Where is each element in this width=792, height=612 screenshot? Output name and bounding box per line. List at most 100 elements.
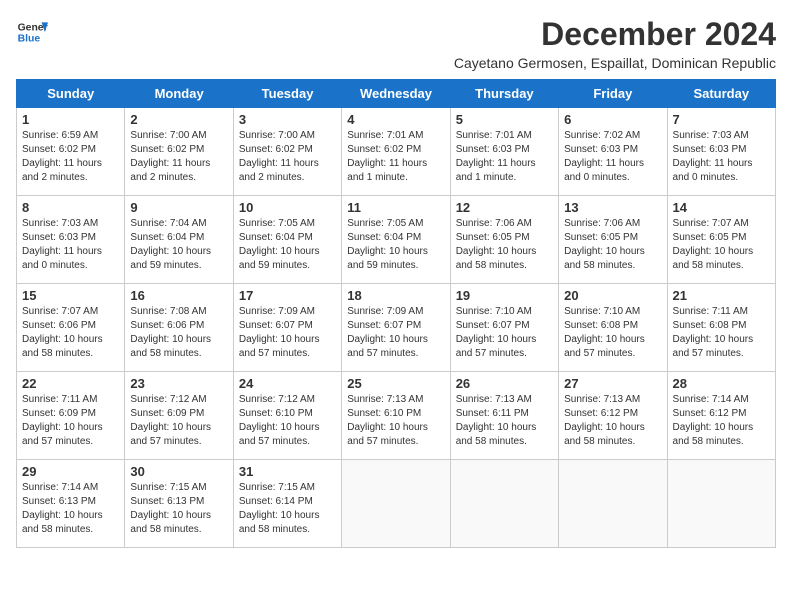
calendar-cell: 29Sunrise: 7:14 AM Sunset: 6:13 PM Dayli… [17, 460, 125, 548]
calendar-cell [342, 460, 450, 548]
calendar-cell: 9Sunrise: 7:04 AM Sunset: 6:04 PM Daylig… [125, 196, 233, 284]
day-info: Sunrise: 7:00 AM Sunset: 6:02 PM Dayligh… [239, 129, 336, 185]
calendar-cell: 23 Sunrise: 7:12 AM Sunset: 6:09 PM Dayli… [125, 372, 233, 460]
calendar-cell: 1 Sunrise: 6:59 AM Sunset: 6:02 PM Daylig… [17, 108, 125, 196]
day-number: 12 [456, 200, 553, 215]
calendar-cell: 27 Sunrise: 7:13 AM Sunset: 6:12 PM Dayli… [559, 372, 667, 460]
calendar-cell: 20Sunrise: 7:10 AM Sunset: 6:08 PM Dayli… [559, 284, 667, 372]
calendar-cell: 6 Sunrise: 7:02 AM Sunset: 6:03 PM Daylig… [559, 108, 667, 196]
calendar-cell: 15 Sunrise: 7:07 AM Sunset: 6:06 PM Dayli… [17, 284, 125, 372]
logo-icon: General Blue [16, 16, 48, 48]
day-info: Sunrise: 7:15 AM Sunset: 6:13 PM Dayligh… [130, 481, 227, 537]
weekday-header-monday: Monday [125, 80, 233, 108]
day-number: 4 [347, 112, 444, 127]
weekday-header-row: SundayMondayTuesdayWednesdayThursdayFrid… [17, 80, 776, 108]
calendar-cell: 26Sunrise: 7:13 AM Sunset: 6:11 PM Dayli… [450, 372, 558, 460]
day-number: 7 [673, 112, 770, 127]
title-block: December 2024 Cayetano Germosen, Espaill… [454, 16, 776, 71]
day-info: Sunrise: 7:11 AM Sunset: 6:08 PM Dayligh… [673, 305, 770, 361]
calendar-week-5: 29Sunrise: 7:14 AM Sunset: 6:13 PM Dayli… [17, 460, 776, 548]
day-info: Sunrise: 7:12 AM Sunset: 6:09 PM Dayligh… [130, 393, 227, 449]
day-info: Sunrise: 7:07 AM Sunset: 6:06 PM Dayligh… [22, 305, 119, 361]
calendar-week-4: 22 Sunrise: 7:11 AM Sunset: 6:09 PM Dayli… [17, 372, 776, 460]
day-info: Sunrise: 7:14 AM Sunset: 6:13 PM Dayligh… [22, 481, 119, 537]
calendar-week-3: 15 Sunrise: 7:07 AM Sunset: 6:06 PM Dayli… [17, 284, 776, 372]
svg-text:Blue: Blue [18, 34, 41, 45]
day-info: Sunrise: 7:07 AM Sunset: 6:05 PM Dayligh… [673, 217, 770, 273]
page-header: General Blue December 2024 Cayetano Germ… [16, 16, 776, 71]
day-info: Sunrise: 7:01 AM Sunset: 6:02 PM Dayligh… [347, 129, 444, 185]
day-info: Sunrise: 7:12 AM Sunset: 6:10 PM Dayligh… [239, 393, 336, 449]
calendar-cell: 10Sunrise: 7:05 AM Sunset: 6:04 PM Dayli… [233, 196, 341, 284]
day-number: 2 [130, 112, 227, 127]
weekday-header-wednesday: Wednesday [342, 80, 450, 108]
calendar-cell: 28 Sunrise: 7:14 AM Sunset: 6:12 PM Dayli… [667, 372, 775, 460]
day-info: Sunrise: 7:01 AM Sunset: 6:03 PM Dayligh… [456, 129, 553, 185]
subtitle: Cayetano Germosen, Espaillat, Dominican … [454, 55, 776, 71]
weekday-header-saturday: Saturday [667, 80, 775, 108]
calendar-cell: 11Sunrise: 7:05 AM Sunset: 6:04 PM Dayli… [342, 196, 450, 284]
calendar-cell: 12 Sunrise: 7:06 AM Sunset: 6:05 PM Dayli… [450, 196, 558, 284]
calendar-cell: 8 Sunrise: 7:03 AM Sunset: 6:03 PM Daylig… [17, 196, 125, 284]
calendar-table: SundayMondayTuesdayWednesdayThursdayFrid… [16, 79, 776, 548]
day-number: 3 [239, 112, 336, 127]
calendar-cell: 3 Sunrise: 7:00 AM Sunset: 6:02 PM Daylig… [233, 108, 341, 196]
day-number: 31 [239, 464, 336, 479]
day-number: 15 [22, 288, 119, 303]
day-number: 28 [673, 376, 770, 391]
day-number: 24 [239, 376, 336, 391]
calendar-cell: 7 Sunrise: 7:03 AM Sunset: 6:03 PM Daylig… [667, 108, 775, 196]
day-info: Sunrise: 7:08 AM Sunset: 6:06 PM Dayligh… [130, 305, 227, 361]
day-number: 19 [456, 288, 553, 303]
day-info: Sunrise: 6:59 AM Sunset: 6:02 PM Dayligh… [22, 129, 119, 185]
calendar-cell: 4 Sunrise: 7:01 AM Sunset: 6:02 PM Daylig… [342, 108, 450, 196]
calendar-cell: 17 Sunrise: 7:09 AM Sunset: 6:07 PM Dayli… [233, 284, 341, 372]
day-number: 27 [564, 376, 661, 391]
calendar-cell: 16 Sunrise: 7:08 AM Sunset: 6:06 PM Dayli… [125, 284, 233, 372]
weekday-header-sunday: Sunday [17, 80, 125, 108]
calendar-cell: 5 Sunrise: 7:01 AM Sunset: 6:03 PM Daylig… [450, 108, 558, 196]
day-info: Sunrise: 7:03 AM Sunset: 6:03 PM Dayligh… [22, 217, 119, 273]
day-info: Sunrise: 7:13 AM Sunset: 6:11 PM Dayligh… [456, 393, 553, 449]
day-info: Sunrise: 7:14 AM Sunset: 6:12 PM Dayligh… [673, 393, 770, 449]
calendar-cell: 21Sunrise: 7:11 AM Sunset: 6:08 PM Dayli… [667, 284, 775, 372]
day-number: 13 [564, 200, 661, 215]
weekday-header-thursday: Thursday [450, 80, 558, 108]
day-info: Sunrise: 7:13 AM Sunset: 6:10 PM Dayligh… [347, 393, 444, 449]
calendar-cell: 14 Sunrise: 7:07 AM Sunset: 6:05 PM Dayli… [667, 196, 775, 284]
day-number: 25 [347, 376, 444, 391]
calendar-cell: 22 Sunrise: 7:11 AM Sunset: 6:09 PM Dayli… [17, 372, 125, 460]
day-number: 8 [22, 200, 119, 215]
day-number: 30 [130, 464, 227, 479]
day-number: 22 [22, 376, 119, 391]
day-info: Sunrise: 7:03 AM Sunset: 6:03 PM Dayligh… [673, 129, 770, 185]
day-number: 5 [456, 112, 553, 127]
day-info: Sunrise: 7:11 AM Sunset: 6:09 PM Dayligh… [22, 393, 119, 449]
calendar-cell [559, 460, 667, 548]
day-number: 17 [239, 288, 336, 303]
calendar-week-2: 8 Sunrise: 7:03 AM Sunset: 6:03 PM Daylig… [17, 196, 776, 284]
month-title: December 2024 [454, 16, 776, 53]
day-info: Sunrise: 7:06 AM Sunset: 6:05 PM Dayligh… [564, 217, 661, 273]
calendar-cell: 30 Sunrise: 7:15 AM Sunset: 6:13 PM Dayli… [125, 460, 233, 548]
day-number: 1 [22, 112, 119, 127]
calendar-cell: 13 Sunrise: 7:06 AM Sunset: 6:05 PM Dayli… [559, 196, 667, 284]
day-number: 16 [130, 288, 227, 303]
day-info: Sunrise: 7:00 AM Sunset: 6:02 PM Dayligh… [130, 129, 227, 185]
calendar-cell: 25 Sunrise: 7:13 AM Sunset: 6:10 PM Dayli… [342, 372, 450, 460]
day-info: Sunrise: 7:10 AM Sunset: 6:07 PM Dayligh… [456, 305, 553, 361]
day-number: 9 [130, 200, 227, 215]
day-number: 23 [130, 376, 227, 391]
day-info: Sunrise: 7:13 AM Sunset: 6:12 PM Dayligh… [564, 393, 661, 449]
day-info: Sunrise: 7:09 AM Sunset: 6:07 PM Dayligh… [239, 305, 336, 361]
calendar-body: 1 Sunrise: 6:59 AM Sunset: 6:02 PM Daylig… [17, 108, 776, 548]
calendar-cell [667, 460, 775, 548]
day-number: 6 [564, 112, 661, 127]
day-info: Sunrise: 7:02 AM Sunset: 6:03 PM Dayligh… [564, 129, 661, 185]
day-number: 10 [239, 200, 336, 215]
weekday-header-tuesday: Tuesday [233, 80, 341, 108]
day-number: 14 [673, 200, 770, 215]
day-info: Sunrise: 7:06 AM Sunset: 6:05 PM Dayligh… [456, 217, 553, 273]
weekday-header-friday: Friday [559, 80, 667, 108]
day-number: 18 [347, 288, 444, 303]
